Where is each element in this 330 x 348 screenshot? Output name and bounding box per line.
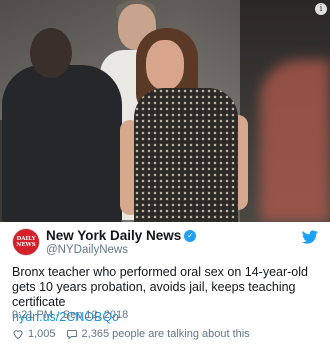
author-name-line: New York Daily News ✓	[46, 228, 197, 243]
author-name[interactable]: New York Daily News	[46, 228, 181, 243]
conversation-text: 2,365 people are talking about this	[81, 328, 250, 340]
verified-badge-icon: ✓	[184, 229, 197, 242]
photo-man-dark-suit-head	[30, 28, 72, 78]
like-count: 1,005	[28, 328, 56, 340]
avatar[interactable]: DAILY NEWS	[12, 228, 40, 256]
tweet-header: DAILY NEWS New York Daily News ✓ @NYDail…	[12, 228, 318, 260]
avatar-text-line2: NEWS	[16, 242, 36, 248]
conversation-link[interactable]: 2,365 people are talking about this	[66, 328, 250, 340]
tweet-text: Bronx teacher who performed oral sex on …	[12, 265, 308, 309]
author-block: New York Daily News ✓ @NYDailyNews	[46, 228, 197, 256]
heart-icon	[13, 330, 23, 340]
photo-blurred-foreground	[260, 60, 330, 222]
info-icon[interactable]: i	[315, 3, 327, 15]
photo-woman-dress	[134, 88, 238, 222]
tweet-timestamp[interactable]: 9:21 PM - Sep 12, 2018	[12, 309, 128, 321]
tweet-photo[interactable]: i	[0, 0, 330, 222]
speech-bubble-icon	[66, 330, 77, 340]
twitter-bird-icon[interactable]	[302, 230, 318, 244]
photo-woman-face	[146, 40, 184, 90]
author-handle[interactable]: @NYDailyNews	[46, 244, 196, 256]
tweet-actions: 1,005 2,365 people are talking about thi…	[12, 328, 250, 340]
embedded-tweet-card: i DAILY NEWS New York Daily News ✓ @NYDa…	[0, 0, 330, 348]
photo-man-dark-suit-body	[2, 65, 122, 222]
like-button[interactable]: 1,005	[12, 328, 56, 340]
